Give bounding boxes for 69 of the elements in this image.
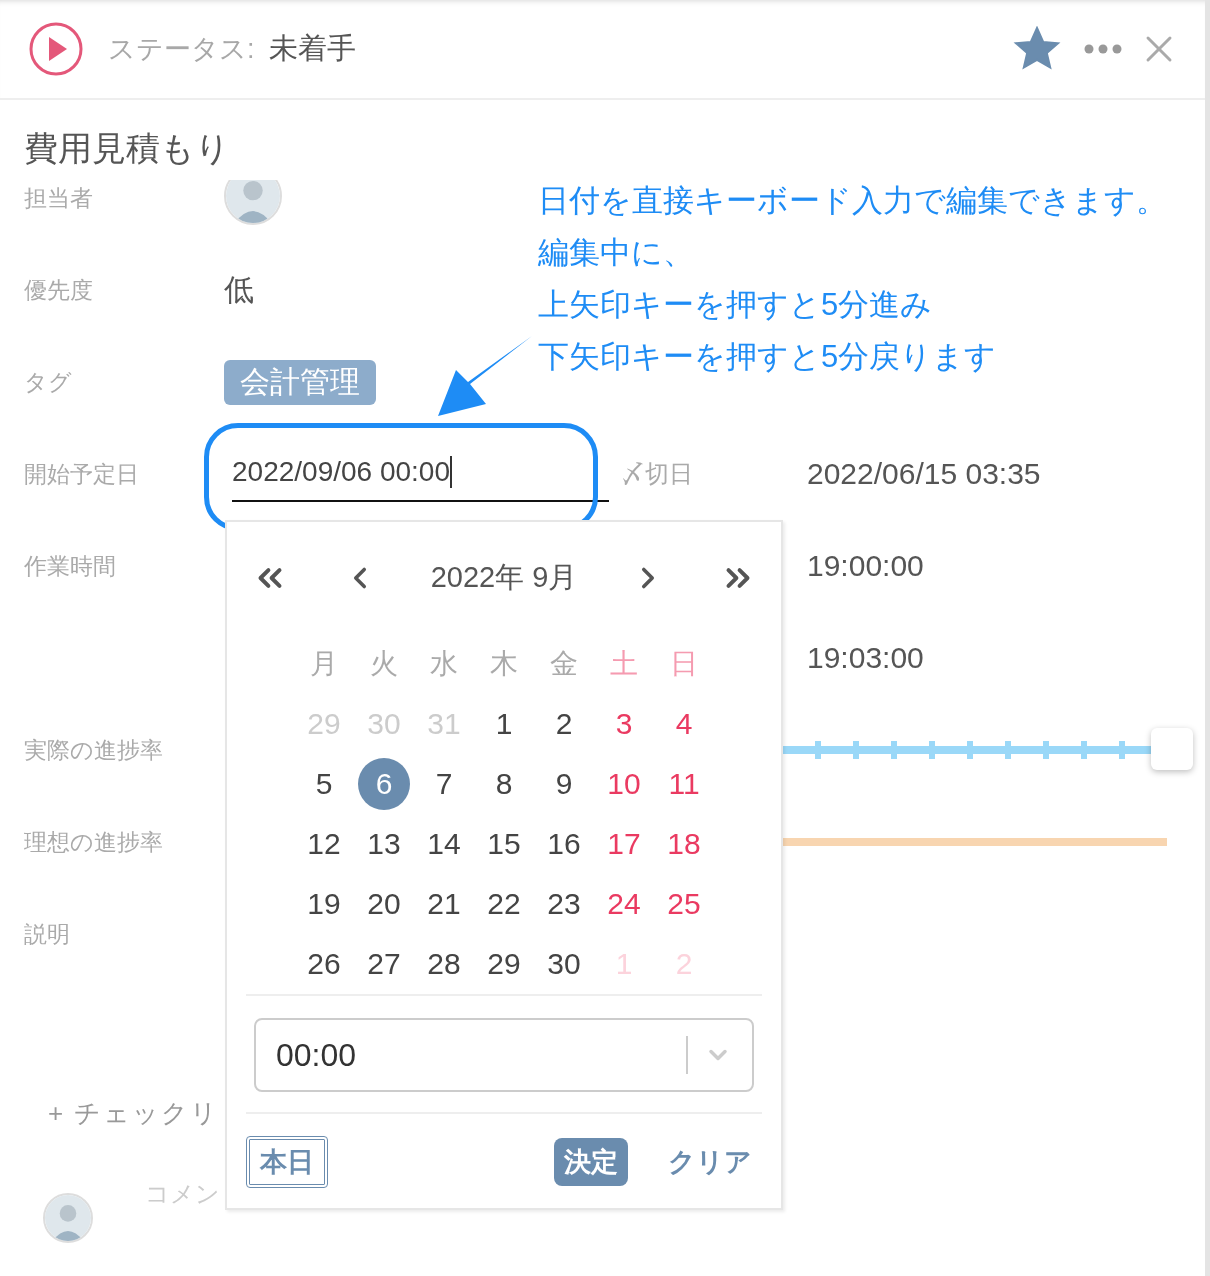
calendar-day[interactable]: 9: [534, 754, 594, 814]
field-label: 開始予定日: [24, 459, 140, 489]
confirm-button[interactable]: 決定: [554, 1138, 628, 1186]
calendar-day[interactable]: 1: [474, 694, 534, 754]
weekday-label: 木: [489, 647, 519, 681]
weekday-label: 日: [669, 647, 699, 681]
field-label: 優先度: [24, 275, 94, 305]
calendar-day[interactable]: 18: [654, 814, 714, 874]
month-title: 2022年 9月: [430, 560, 578, 595]
field-label: 理想の進捗率: [24, 827, 164, 857]
calendar-day[interactable]: 17: [594, 814, 654, 874]
calendar-day[interactable]: 11: [654, 754, 714, 814]
status-value: 未着手: [268, 31, 356, 66]
calendar-day[interactable]: 12: [294, 814, 354, 874]
user-avatar: [43, 1193, 93, 1243]
field-value: 低: [224, 271, 254, 308]
field-label: 〆切日: [620, 459, 694, 489]
avatar: [224, 180, 282, 225]
weekday-label: 土: [609, 647, 639, 681]
calendar-day[interactable]: 19: [294, 874, 354, 934]
calendar-day[interactable]: 22: [474, 874, 534, 934]
calendar-day[interactable]: 7: [414, 754, 474, 814]
calendar-day[interactable]: 23: [534, 874, 594, 934]
field-value: 2022/06/15 03:35: [807, 457, 1041, 491]
more-icon[interactable]: [1083, 43, 1123, 55]
calendar-day[interactable]: 26: [294, 934, 354, 994]
clear-button[interactable]: クリア: [658, 1138, 762, 1186]
calendar-day[interactable]: 20: [354, 874, 414, 934]
calendar-day[interactable]: 2: [534, 694, 594, 754]
calendar-day[interactable]: 25: [654, 874, 714, 934]
field-label: 実際の進捗率: [24, 735, 164, 765]
annotation-text: 編集中に、: [538, 234, 695, 272]
weekday-label: 水: [429, 647, 459, 681]
tag: 会計管理: [224, 359, 376, 405]
time-select[interactable]: 00:00: [254, 1018, 754, 1092]
calendar-day[interactable]: 29: [474, 934, 534, 994]
calendar-day[interactable]: 8: [474, 754, 534, 814]
calendar-day[interactable]: 30: [534, 934, 594, 994]
star-icon[interactable]: [1013, 26, 1061, 72]
calendar-day[interactable]: 5: [294, 754, 354, 814]
calendar-day[interactable]: 16: [534, 814, 594, 874]
annotation-text: 下矢印キーを押すと5分戻ります: [538, 338, 998, 376]
field-label: 説明: [24, 919, 71, 949]
field-value: 19:00:00: [807, 549, 924, 583]
field-label: タグ: [24, 367, 73, 397]
calendar-day[interactable]: 3: [594, 694, 654, 754]
date-input-field[interactable]: 2022/09/06 00:00: [232, 446, 609, 502]
today-button[interactable]: 本日: [246, 1136, 328, 1188]
field-label: 担当者: [24, 183, 94, 213]
calendar-day[interactable]: 28: [414, 934, 474, 994]
field-value: 19:03:00: [807, 641, 924, 675]
annotation-text: 日付を直接キーボード入力で編集できます。: [538, 182, 1167, 220]
task-title: 費用見積もり: [23, 128, 231, 169]
weekday-label: 金: [549, 647, 579, 681]
weekday-label: 月: [309, 647, 339, 681]
play-icon[interactable]: [28, 21, 84, 77]
calendar-day[interactable]: 10: [594, 754, 654, 814]
weekday-label: 火: [369, 647, 399, 681]
status-label: ステータス:: [108, 33, 255, 66]
calendar-day[interactable]: 27: [354, 934, 414, 994]
slider-thumb[interactable]: [1151, 728, 1193, 770]
calendar-day[interactable]: 4: [654, 694, 714, 754]
calendar-day[interactable]: 13: [354, 814, 414, 874]
field-label: 作業時間: [24, 551, 117, 581]
calendar-day[interactable]: 24: [594, 874, 654, 934]
calendar-day[interactable]: 21: [414, 874, 474, 934]
calendar-day[interactable]: 15: [474, 814, 534, 874]
calendar-day[interactable]: 14: [414, 814, 474, 874]
annotation-text: 上矢印キーを押すと5分進み: [538, 286, 934, 324]
